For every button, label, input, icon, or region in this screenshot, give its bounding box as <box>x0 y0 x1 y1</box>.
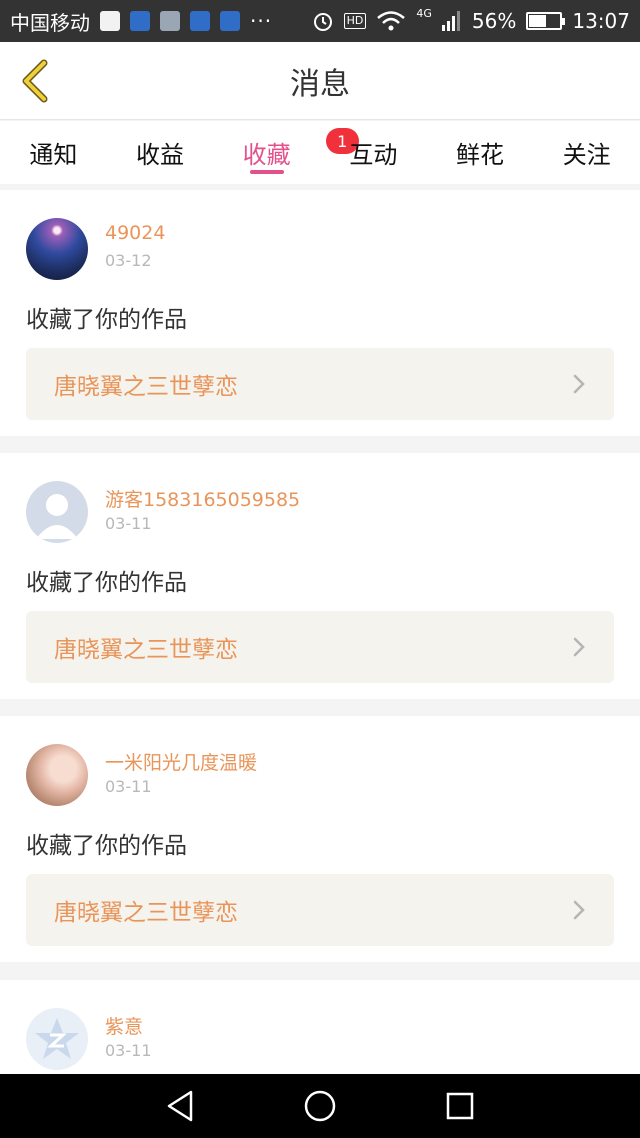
active-tab-indicator <box>249 170 284 174</box>
app-notification-icon <box>220 11 240 31</box>
work-link[interactable]: 唐晓翼之三世孽恋 <box>26 348 614 420</box>
work-title: 唐晓翼之三世孽恋 <box>54 374 238 400</box>
tab-label: 关注 <box>562 141 611 169</box>
tab-notifications[interactable]: 通知 <box>0 121 107 184</box>
message-date: 03-11 <box>105 1041 152 1060</box>
tab-label: 通知 <box>29 141 78 169</box>
chevron-right-icon <box>573 900 585 920</box>
header: 消息 <box>0 42 640 120</box>
action-text: 收藏了你的作品 <box>26 570 187 596</box>
system-nav-bar <box>0 1074 640 1138</box>
qzone-star-icon <box>35 1018 79 1059</box>
avatar[interactable] <box>26 218 88 280</box>
app-notification-icon <box>160 11 180 31</box>
battery-level <box>529 15 547 27</box>
tab-follows[interactable]: 关注 <box>533 121 640 184</box>
hd-icon: HD <box>343 13 367 29</box>
avatar[interactable] <box>26 1008 88 1070</box>
back-button[interactable] <box>14 58 54 104</box>
username[interactable]: 游客1583165059585 <box>105 485 300 512</box>
page-title: 消息 <box>290 66 350 102</box>
message-date: 03-11 <box>105 777 152 796</box>
work-title: 唐晓翼之三世孽恋 <box>54 637 238 663</box>
nav-back-button[interactable] <box>150 1076 210 1136</box>
message-card: 一米阳光几度温暖 03-11 收藏了你的作品 唐晓翼之三世孽恋 <box>0 716 640 962</box>
tab-favorites[interactable]: 收藏 1 <box>213 121 359 184</box>
work-title: 唐晓翼之三世孽恋 <box>54 900 238 926</box>
app-notification-icon <box>190 11 210 31</box>
avatar[interactable] <box>26 481 88 543</box>
tab-flowers[interactable]: 鲜花 <box>427 121 534 184</box>
default-user-icon <box>36 494 78 539</box>
triangle-back-icon <box>167 1090 193 1122</box>
chevron-right-icon <box>573 637 585 657</box>
battery-icon <box>526 12 566 30</box>
network-type-label: 4G <box>416 6 432 20</box>
chevron-left-icon <box>22 59 48 103</box>
action-text: 收藏了你的作品 <box>26 833 187 859</box>
tab-label: 收益 <box>136 141 184 169</box>
username[interactable]: 49024 <box>105 222 165 244</box>
app-notification-icon <box>100 11 120 31</box>
avatar[interactable] <box>26 744 88 806</box>
work-link[interactable]: 唐晓翼之三世孽恋 <box>26 874 614 946</box>
message-card: 游客1583165059585 03-11 收藏了你的作品 唐晓翼之三世孽恋 <box>0 453 640 699</box>
message-card: 49024 03-12 收藏了你的作品 唐晓翼之三世孽恋 <box>0 190 640 436</box>
status-bar: 中国移动 ··· HD 4G 56% 13:07 <box>0 0 640 42</box>
tab-label: 收藏 <box>242 141 291 169</box>
message-date: 03-12 <box>105 251 152 270</box>
username[interactable]: 一米阳光几度温暖 <box>105 748 257 775</box>
action-text: 收藏了你的作品 <box>26 307 187 333</box>
battery-percent: 56% <box>471 9 517 33</box>
tab-bar: 通知 收益 收藏 1 互动 鲜花 关注 <box>0 121 640 184</box>
square-recents-icon <box>446 1092 474 1120</box>
wifi-icon <box>377 11 406 31</box>
clock: 13:07 <box>572 9 630 33</box>
circle-home-icon <box>304 1090 336 1122</box>
nav-recents-button[interactable] <box>430 1076 490 1136</box>
message-date: 03-11 <box>105 514 152 533</box>
username[interactable]: 紫意 <box>105 1012 143 1039</box>
tab-label: 鲜花 <box>456 141 505 169</box>
more-notifications-icon: ··· <box>250 9 273 33</box>
tab-label: 互动 <box>349 141 398 169</box>
chevron-right-icon <box>573 374 585 394</box>
app-notification-icon <box>130 11 150 31</box>
carrier-label: 中国移动 <box>10 10 90 35</box>
alarm-icon <box>313 13 332 31</box>
tab-earnings[interactable]: 收益 <box>107 121 214 184</box>
work-link[interactable]: 唐晓翼之三世孽恋 <box>26 611 614 683</box>
tab-interactions[interactable]: 互动 <box>320 121 427 184</box>
tab-label-wrap: 收藏 1 <box>242 128 359 170</box>
nav-home-button[interactable] <box>290 1076 350 1136</box>
message-card: 紫意 03-11 <box>0 980 640 1074</box>
signal-icon <box>441 11 460 31</box>
